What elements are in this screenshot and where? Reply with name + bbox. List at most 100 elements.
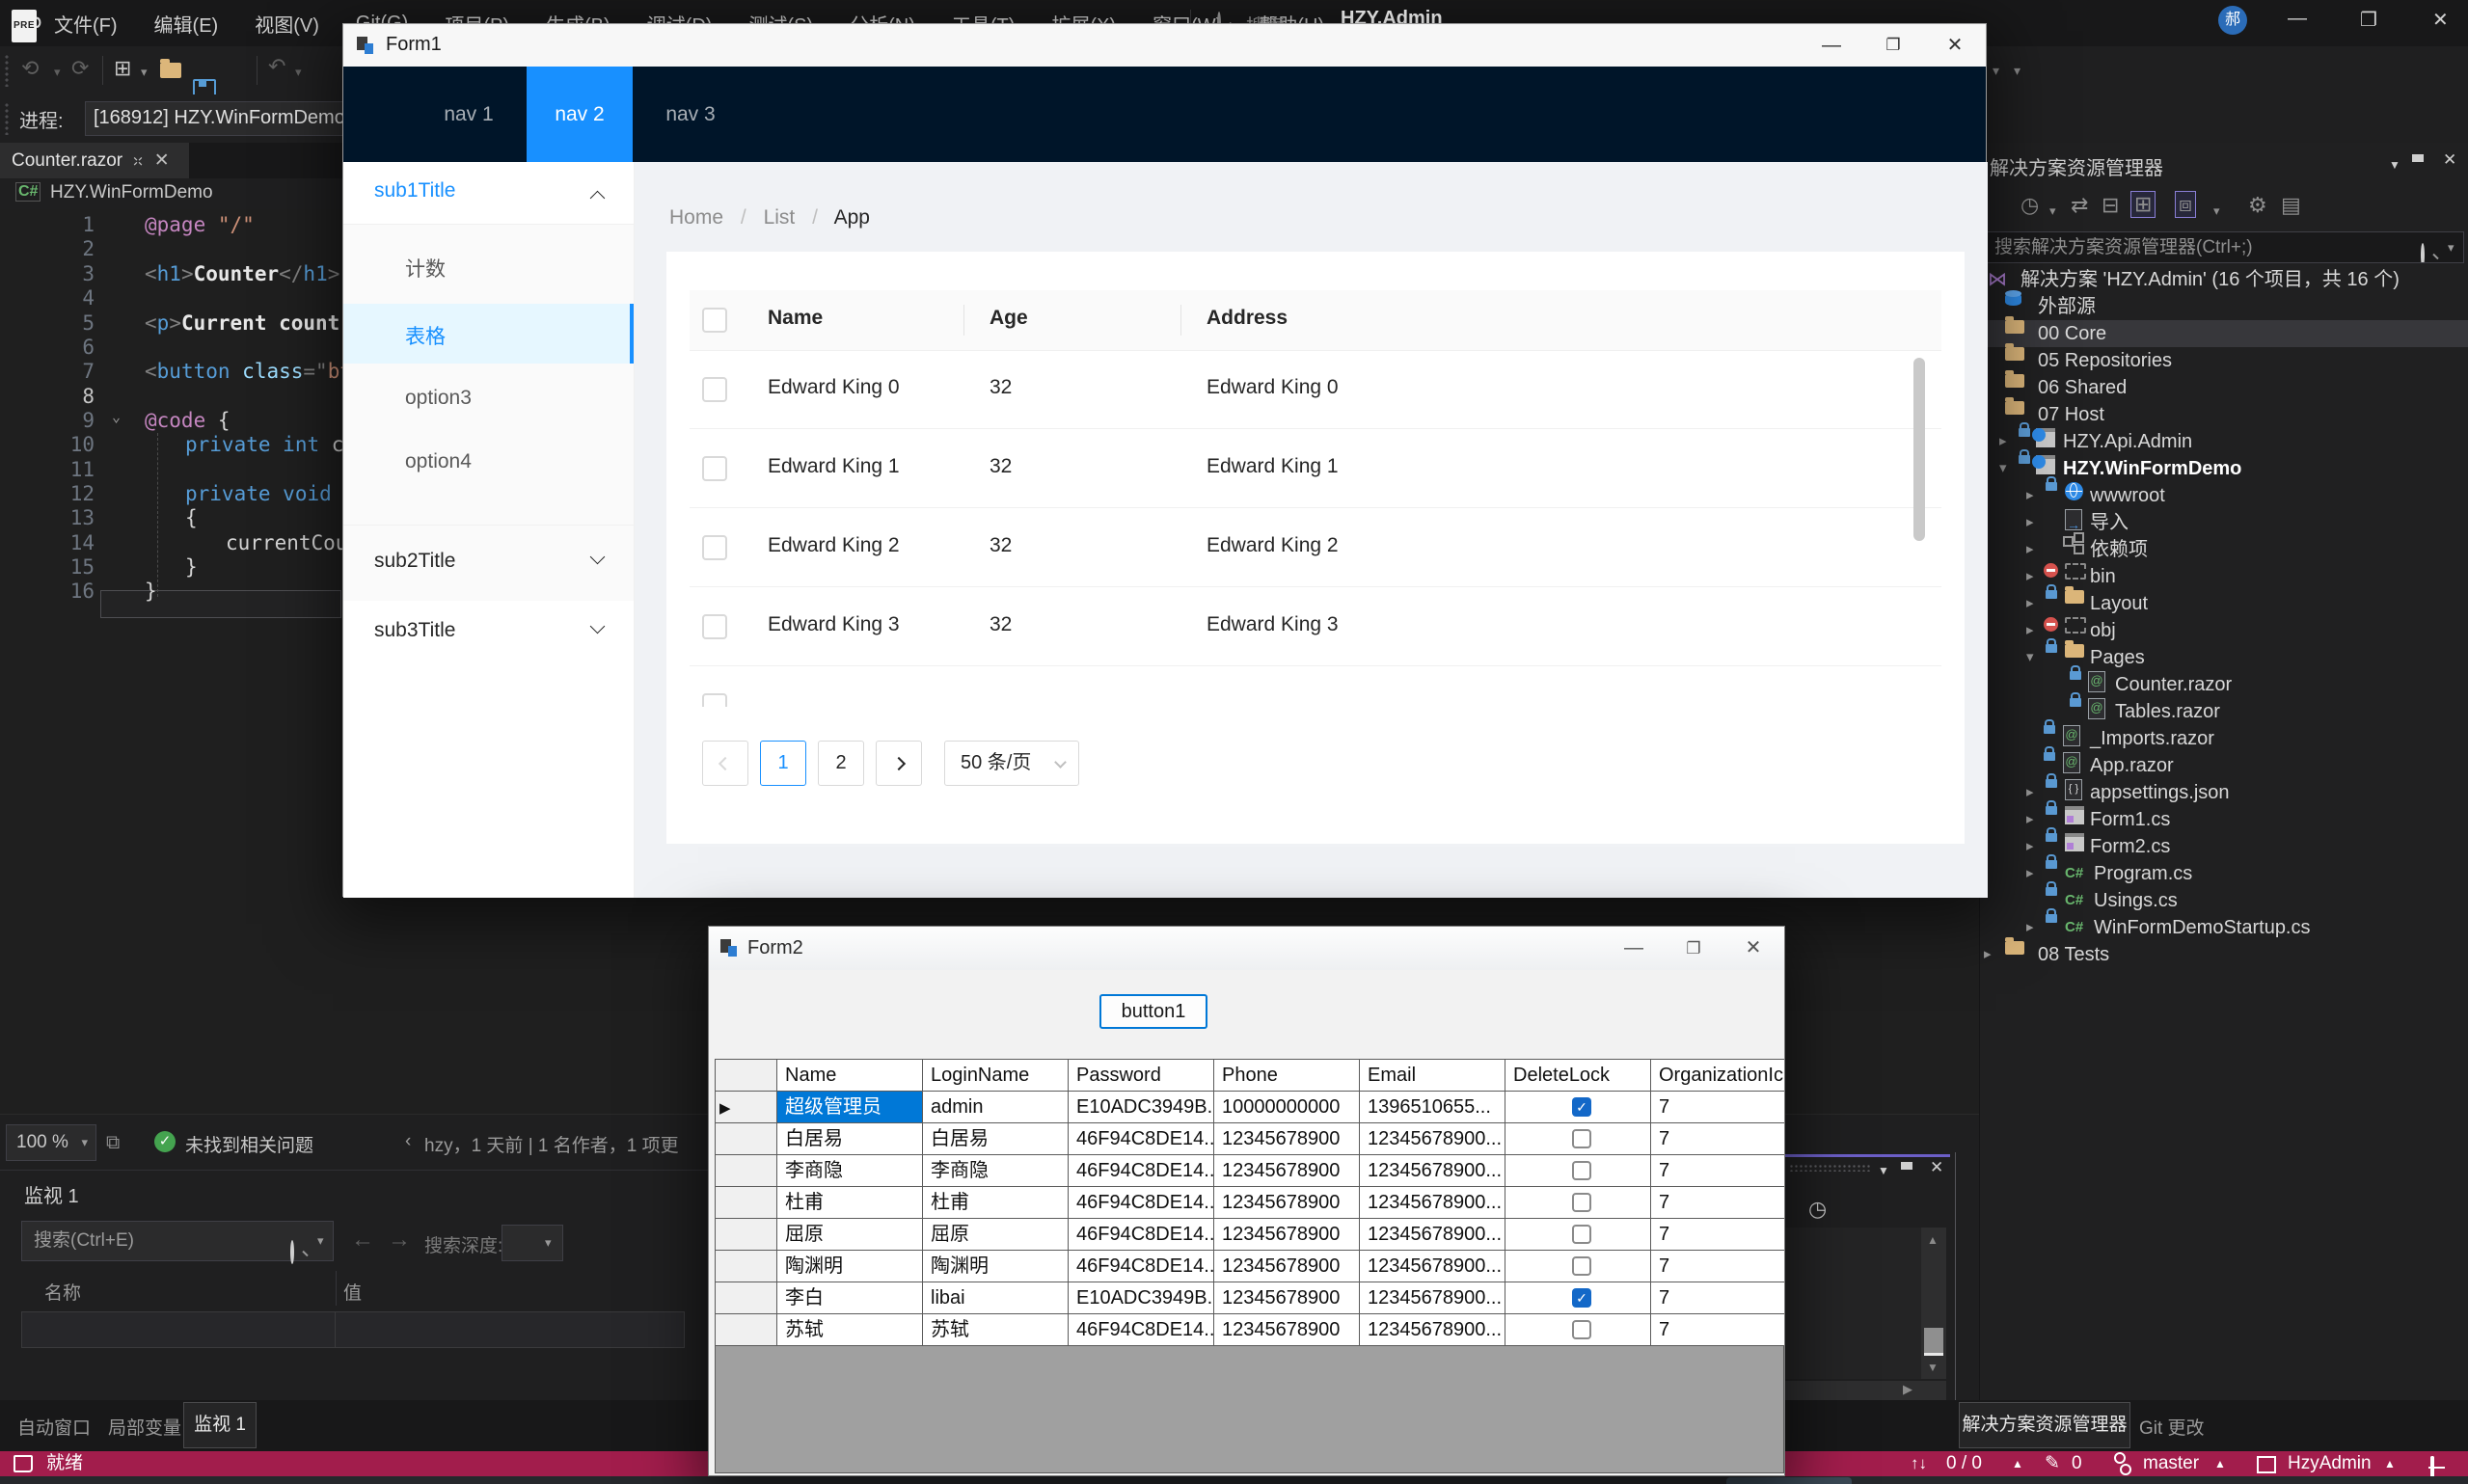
tree-row-00-core[interactable]: 00 Core [1980,320,2468,347]
tab-solution-explorer[interactable]: 解决方案资源管理器 [1959,1402,2130,1448]
menu-view[interactable]: 视图(V) [255,10,319,38]
chevron-down-icon[interactable]: ▼ [1878,1164,1889,1177]
table-row[interactable]: Edward King 1 32 Edward King 1 [690,429,1941,508]
tree-row-layout[interactable]: ▸Layout [1980,590,2468,617]
tree-row-pages[interactable]: ▾Pages [1980,644,2468,671]
page-1-button[interactable]: 1 [760,741,806,786]
scroll-right-icon[interactable]: ▶ [1903,1382,1912,1397]
grid-cell[interactable]: 12345678900 [1214,1314,1359,1345]
scrollbar-thumb[interactable] [1924,1328,1943,1356]
grid-col-deletelock[interactable]: DeleteLock [1505,1060,1650,1091]
sidebar-submenu-title-2[interactable]: sub2Title [343,530,634,594]
show-all-files-icon[interactable]: ⊞ [2130,191,2156,218]
grid-cell[interactable]: 12345678900... [1360,1219,1505,1250]
page-prev-button[interactable] [702,741,748,786]
grid-cell[interactable]: 屈原 [923,1219,1068,1250]
open-folder-icon[interactable] [160,63,181,78]
grid-cell[interactable]: 苏轼 [777,1314,922,1345]
form1-title-bar[interactable]: Form1 — ❐ ✕ [343,24,1986,67]
chevron-expanded-icon[interactable]: ▾ [1999,455,2007,482]
grid-cell[interactable]: 陶渊明 [777,1251,922,1282]
undo-icon[interactable]: ↶ [268,54,285,79]
close-tab-icon[interactable]: ✕ [154,149,170,172]
grid-cell[interactable]: 李白 [777,1282,922,1313]
process-combo[interactable]: [168912] HZY.WinFormDemo.e [85,101,353,136]
breadcrumb-list[interactable]: List [764,206,796,229]
grid-cell[interactable]: 7 [1651,1092,1785,1122]
row-checkbox[interactable] [702,456,727,481]
row-selector[interactable] [716,1282,776,1313]
maximize-button[interactable]: ❐ [1663,927,1724,970]
window-minimize-button[interactable]: — [2288,8,2307,30]
search-forward-icon[interactable]: → [388,1227,411,1254]
grid-cell[interactable]: 7 [1651,1219,1785,1250]
nav-item-1[interactable]: nav 1 [416,67,522,162]
grid-cell[interactable]: admin [923,1092,1068,1122]
watch-col-name[interactable]: 名称 [44,1279,81,1305]
grid-cell[interactable]: 12345678900... [1360,1155,1505,1186]
minimize-button[interactable]: — [1801,24,1862,67]
grid-cell[interactable]: 超级管理员 [777,1092,922,1122]
table-row[interactable]: Edward King 2 32 Edward King 2 [690,508,1941,587]
grid-cell[interactable]: 12345678900... [1360,1314,1505,1345]
tree-row-hzy-api-admin[interactable]: ▸HZY.Api.Admin [1980,428,2468,455]
grid-cell[interactable]: 12345678900 [1214,1282,1359,1313]
chevron-expanded-icon[interactable]: ▾ [2026,644,2034,671]
tab-locals[interactable]: 局部变量 [108,1414,181,1440]
grid-col-phone[interactable]: Phone [1214,1060,1359,1091]
grid-cell[interactable]: 46F94C8DE14... [1069,1123,1213,1154]
tree-row-external-sources[interactable]: 外部源 [1980,293,2468,320]
grid-cell[interactable]: 46F94C8DE14... [1069,1155,1213,1186]
edits-count[interactable]: 0 [2072,1451,2082,1476]
grid-cell[interactable]: 白居易 [923,1123,1068,1154]
row-selector[interactable] [716,1219,776,1250]
new-project-icon[interactable]: ⊞ [114,56,131,81]
tab-watch1[interactable]: 监视 1 [183,1402,257,1448]
chevron-collapsed-icon[interactable]: ▸ [2026,482,2034,509]
select-all-checkbox[interactable] [702,308,727,333]
chevron-collapsed-icon[interactable]: ▸ [2026,860,2034,887]
pending-changes-filter-icon[interactable]: ◷ [2021,193,2039,218]
tree-row-06-shared[interactable]: 06 Shared [1980,374,2468,401]
tree-row-solution[interactable]: ⋈解决方案 'HZY.Admin' (16 个项目，共 16 个) [1980,266,2468,293]
grid-corner-cell[interactable] [716,1060,776,1091]
grid-col-organizationid[interactable]: OrganizationIc [1651,1060,1785,1091]
grid-cell-checkbox[interactable] [1505,1187,1650,1218]
grid-cell[interactable]: 7 [1651,1282,1785,1313]
col-age[interactable]: Age [990,307,1028,330]
sidebar-item-option4[interactable]: option4 [343,431,634,495]
page-next-button[interactable] [876,741,922,786]
form1-window[interactable]: Form1 — ❐ ✕ nav 1 nav 2 nav 3 sub1Title … [342,23,1987,897]
document-health-icon[interactable]: ⧉ [106,1130,120,1155]
row-checkbox[interactable] [702,614,727,639]
codelens-collapse-icon[interactable]: ‹ [405,1131,411,1152]
table-row-partial[interactable] [690,666,1941,707]
row-selector[interactable] [716,1155,776,1186]
nav-item-2-active[interactable]: nav 2 [527,67,633,162]
navigate-forward-icon[interactable]: ⟳ [71,56,89,81]
grid-cell[interactable]: 10000000000 [1214,1092,1359,1122]
button1[interactable]: button1 [1099,994,1207,1029]
close-button[interactable]: ✕ [1924,24,1986,67]
horizontal-scrollbar[interactable]: ▶ [1785,1381,1946,1400]
grid-cell[interactable]: 46F94C8DE14... [1069,1251,1213,1282]
branch-name[interactable]: master [2143,1451,2199,1476]
grid-cell[interactable]: 46F94C8DE14... [1069,1219,1213,1250]
breadcrumb-home[interactable]: Home [669,206,723,229]
grid-cell-checkbox[interactable]: ✓ [1505,1092,1650,1122]
repo-name[interactable]: HzyAdmin [2288,1451,2372,1476]
sync-arrows-icon[interactable]: ↑↓ [1911,1451,1927,1476]
history-clock-icon[interactable]: ◷ [1808,1197,1827,1222]
chevron-collapsed-icon[interactable]: ▸ [2026,779,2034,806]
tree-row-05-repositories[interactable]: 05 Repositories [1980,347,2468,374]
sidebar-submenu-title-3[interactable]: sub3Title [343,600,634,663]
breadcrumb-app[interactable]: App [834,206,870,229]
sidebar-item-table-selected[interactable]: 表格 [343,304,634,364]
vertical-scrollbar[interactable]: ▲ ▼ [1921,1228,1946,1379]
git-codelens-info[interactable]: hzy，1 天前 | 1 名作者，1 项更 [424,1131,679,1157]
grid-cell[interactable]: 7 [1651,1251,1785,1282]
user-avatar[interactable]: 郝 [2218,6,2247,35]
window-restore-button[interactable]: ❐ [2360,8,2377,32]
grid-cell-checkbox[interactable] [1505,1251,1650,1282]
grid-cell[interactable]: libai [923,1282,1068,1313]
